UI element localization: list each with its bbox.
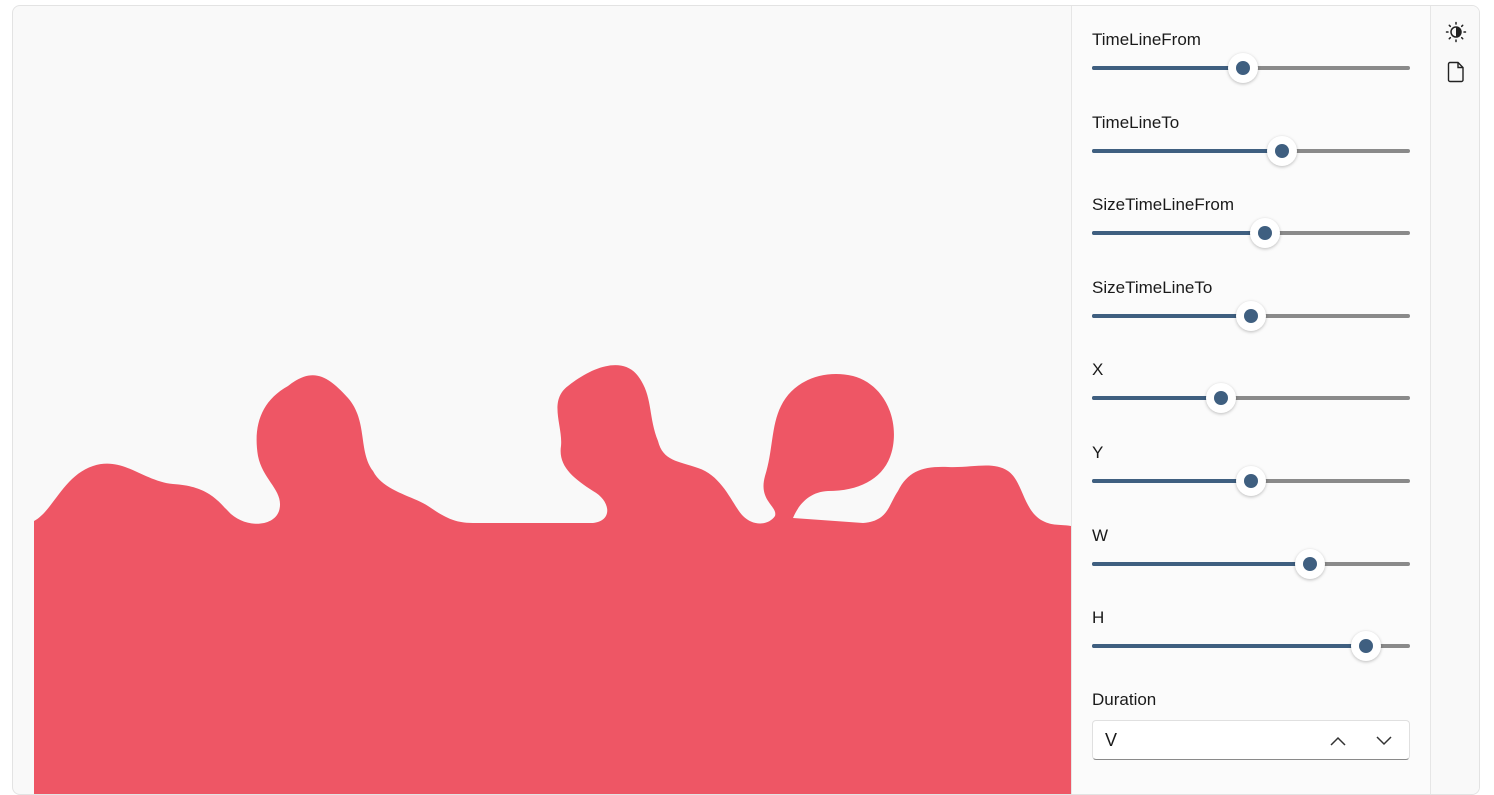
slider-thumb-dot bbox=[1359, 639, 1374, 653]
slider-label-size-time-line-to: SizeTimeLineTo bbox=[1092, 278, 1213, 297]
slider-fill-y bbox=[1092, 479, 1251, 483]
slider-thumb-y[interactable] bbox=[1236, 466, 1266, 496]
slider-label-w: W bbox=[1092, 526, 1109, 545]
slider-thumb-dot bbox=[1275, 144, 1290, 158]
decrement-button[interactable] bbox=[1372, 729, 1396, 753]
duration-number-box[interactable]: V bbox=[1092, 720, 1410, 760]
slider-label-x: X bbox=[1092, 360, 1104, 379]
document-icon bbox=[1447, 61, 1464, 83]
slider-group-x: X bbox=[1092, 359, 1410, 429]
slider-thumb-time-line-to[interactable] bbox=[1267, 136, 1298, 166]
settings-panel: Duration V TimeLineFrom TimeLineTo SizeTim… bbox=[1071, 6, 1430, 794]
chevron-up-icon bbox=[1330, 736, 1346, 746]
slider-thumb-h[interactable] bbox=[1351, 631, 1382, 661]
slider-fill-size-time-line-from bbox=[1092, 231, 1266, 235]
slider-group-time-line-from: TimeLineFrom bbox=[1092, 29, 1410, 99]
slider-group-time-line-to: TimeLineTo bbox=[1092, 112, 1410, 182]
slider-thumb-size-time-line-from[interactable] bbox=[1250, 218, 1281, 248]
slider-thumb-x[interactable] bbox=[1206, 383, 1237, 413]
document-button[interactable] bbox=[1443, 59, 1469, 85]
duration-value[interactable]: V bbox=[1105, 730, 1117, 751]
slider-fill-w bbox=[1092, 562, 1310, 566]
slider-thumb-dot bbox=[1258, 226, 1273, 240]
slider-track-x[interactable] bbox=[1092, 396, 1410, 400]
slider-thumb-size-time-line-to[interactable] bbox=[1236, 301, 1266, 331]
slider-fill-h bbox=[1092, 644, 1367, 648]
slider-label-y: Y bbox=[1092, 443, 1104, 462]
theme-toggle-icon bbox=[1445, 21, 1467, 43]
slider-fill-size-time-line-to bbox=[1092, 314, 1251, 318]
slider-thumb-dot bbox=[1302, 557, 1317, 571]
slider-fill-x bbox=[1092, 396, 1222, 400]
slider-group-w: W bbox=[1092, 525, 1410, 595]
slider-track-w[interactable] bbox=[1092, 562, 1410, 566]
blob-fill bbox=[34, 365, 1071, 794]
slider-fill-time-line-from bbox=[1092, 66, 1244, 70]
slider-group-y: Y bbox=[1092, 442, 1410, 512]
increment-button[interactable] bbox=[1326, 729, 1350, 753]
slider-thumb-dot bbox=[1236, 61, 1251, 75]
slider-track-time-line-to[interactable] bbox=[1092, 149, 1410, 153]
slider-label-size-time-line-from: SizeTimeLineFrom bbox=[1092, 195, 1235, 214]
slider-thumb-dot bbox=[1244, 309, 1258, 323]
chevron-down-icon bbox=[1376, 736, 1392, 746]
slider-thumb-time-line-from[interactable] bbox=[1228, 53, 1259, 83]
blob-shape bbox=[34, 365, 1071, 794]
slider-thumb-dot bbox=[1214, 391, 1229, 405]
slider-group-size-time-line-from: SizeTimeLineFrom bbox=[1092, 194, 1410, 264]
slider-label-h: H bbox=[1092, 608, 1105, 627]
theme-toggle-button[interactable] bbox=[1443, 19, 1469, 45]
right-toolbar bbox=[1430, 6, 1479, 794]
duration-label: Duration bbox=[1092, 690, 1157, 709]
slider-thumb-w[interactable] bbox=[1294, 549, 1325, 579]
app-window: Duration V TimeLineFrom TimeLineTo SizeTim… bbox=[12, 5, 1480, 795]
slider-thumb-dot bbox=[1244, 474, 1258, 488]
slider-fill-time-line-to bbox=[1092, 149, 1283, 153]
slider-group-size-time-line-to: SizeTimeLineTo bbox=[1092, 277, 1410, 347]
slider-label-time-line-to: TimeLineTo bbox=[1092, 113, 1180, 132]
animation-canvas bbox=[13, 6, 1071, 794]
slider-group-h: H bbox=[1092, 607, 1410, 677]
slider-label-time-line-from: TimeLineFrom bbox=[1092, 30, 1201, 49]
